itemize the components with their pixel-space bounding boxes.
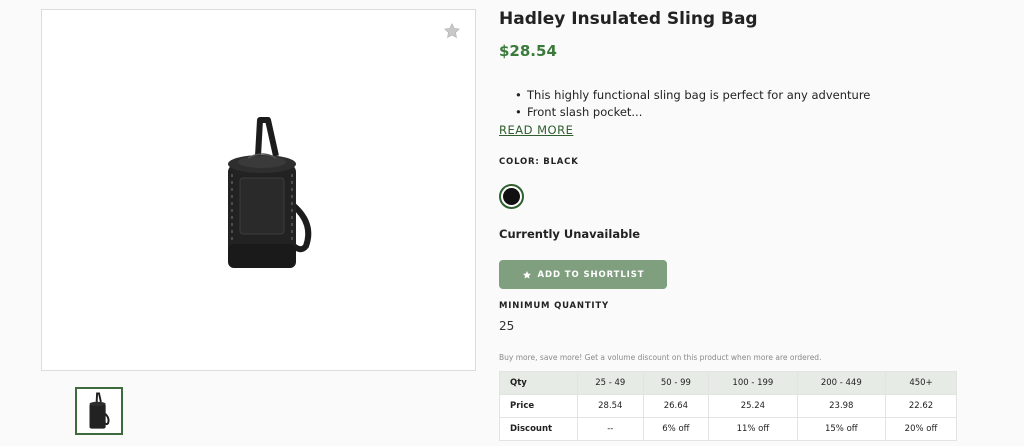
table-row: Discount -- 6% off 11% off 15% off 20% o… [499,417,957,441]
thumbnail-image[interactable] [75,387,123,435]
table-cell: 20% off [885,417,957,441]
volume-discount-note: Buy more, save more! Get a volume discou… [499,353,822,362]
color-swatch-black[interactable] [499,184,524,209]
product-price: $28.54 [499,42,557,60]
description-item: Front slash pocket... [511,104,870,121]
table-cell: 28.54 [577,394,644,418]
table-cell: 100 - 199 [708,371,798,395]
table-cell: 11% off [708,417,798,441]
color-dot [503,188,520,205]
product-description: This highly functional sling bag is perf… [511,87,870,121]
product-page: Hadley Insulated Sling Bag $28.54 This h… [0,0,1024,446]
pricing-table: Qty 25 - 49 50 - 99 100 - 199 200 - 449 … [499,371,957,441]
color-label: COLOR: BLACK [499,157,579,167]
table-cell: 6% off [642,417,710,441]
table-cell: Price [499,394,578,418]
table-cell: 450+ [885,371,957,395]
table-cell: Discount [499,417,578,441]
read-more-link[interactable]: READ MORE [499,123,573,137]
table-cell: Qty [499,371,578,395]
shortlist-label: ADD TO SHORTLIST [537,269,645,280]
table-cell: 15% off [796,417,887,441]
availability-status: Currently Unavailable [499,227,641,241]
table-header-row: Qty 25 - 49 50 - 99 100 - 199 200 - 449 … [499,371,957,395]
minimum-quantity-value: 25 [499,319,515,333]
table-cell: -- [577,417,644,441]
bag-thumbnail-icon [89,392,110,429]
table-cell: 200 - 449 [796,371,887,395]
favorite-star-icon[interactable] [443,22,461,40]
table-row: Price 28.54 26.64 25.24 23.98 22.62 [499,394,957,418]
bag-image [228,117,312,268]
add-to-shortlist-button[interactable]: ADD TO SHORTLIST [499,260,667,289]
product-title: Hadley Insulated Sling Bag [499,9,758,29]
description-item: This highly functional sling bag is perf… [511,87,870,104]
table-cell: 23.98 [796,394,887,418]
table-cell: 22.62 [885,394,957,418]
main-product-image[interactable] [41,9,476,371]
table-cell: 26.64 [642,394,710,418]
table-cell: 50 - 99 [642,371,710,395]
star-icon [522,270,531,279]
table-cell: 25 - 49 [577,371,644,395]
table-cell: 25.24 [708,394,798,418]
minimum-quantity-label: MINIMUM QUANTITY [499,301,609,311]
